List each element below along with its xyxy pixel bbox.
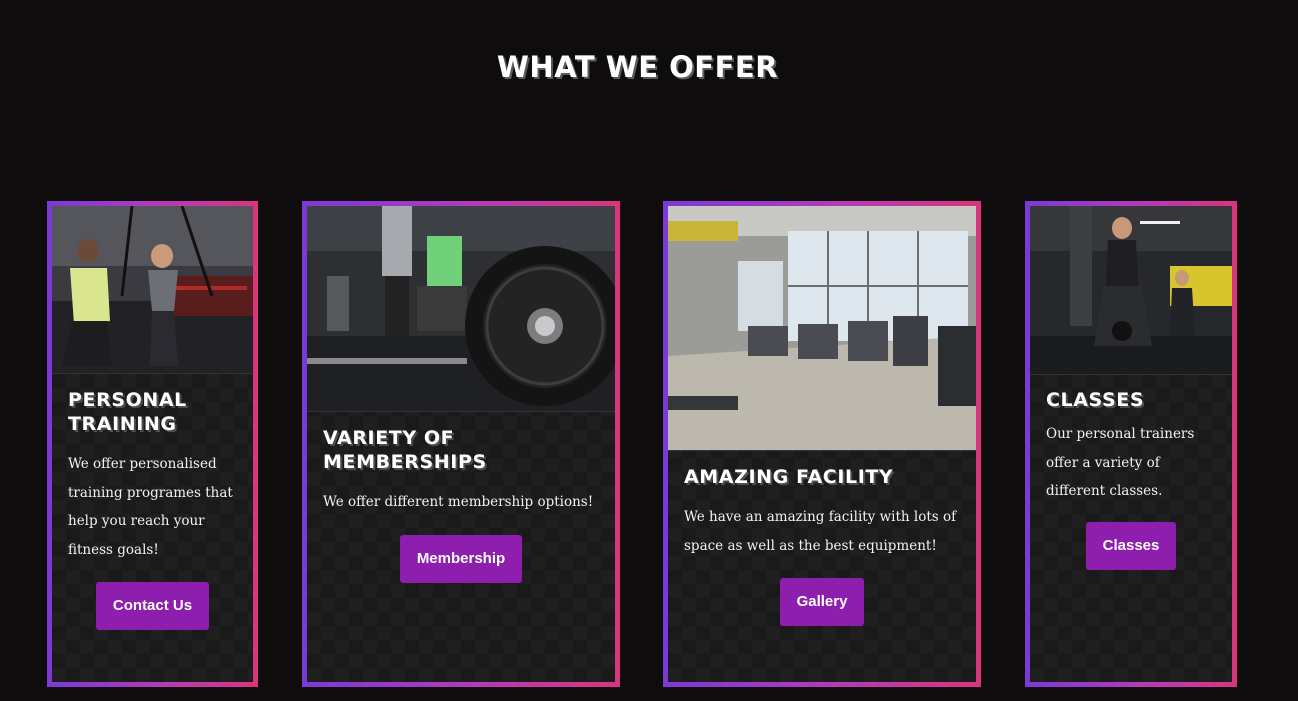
classes-button[interactable]: Classes (1085, 521, 1177, 570)
gym-facility-photo (668, 206, 976, 451)
card-title: CLASSES (1046, 389, 1145, 411)
card-description: We have an amazing facility with lots of… (684, 509, 957, 554)
offer-card-classes: CLASSES Our personal trainers offer a va… (1025, 201, 1237, 687)
gallery-button[interactable]: Gallery (779, 578, 865, 626)
offer-card-memberships: VARIETY OF MEMBERSHIPS We offer differen… (302, 201, 620, 687)
barbell-plate-photo (307, 206, 615, 412)
kettlebell-class-photo (1030, 206, 1232, 375)
card-title: AMAZING FACILITY (684, 466, 894, 488)
card-title: PERSONAL TRAINING (68, 389, 187, 435)
card-description: We offer personalised training programes… (68, 456, 233, 558)
card-title: VARIETY OF MEMBERSHIPS (323, 427, 487, 473)
contact-us-button[interactable]: Contact Us (95, 582, 210, 630)
offer-card-personal-training: PERSONAL TRAINING We offer personalised … (47, 201, 258, 687)
card-description: We offer different membership options! (323, 494, 594, 510)
membership-button[interactable]: Membership (399, 534, 523, 583)
offer-card-facility: AMAZING FACILITY We have an amazing faci… (663, 201, 981, 687)
section-title: WHAT WE OFFER (496, 50, 779, 84)
card-description: Our personal trainers offer a variety of… (1046, 426, 1195, 499)
personal-training-photo (52, 206, 253, 374)
